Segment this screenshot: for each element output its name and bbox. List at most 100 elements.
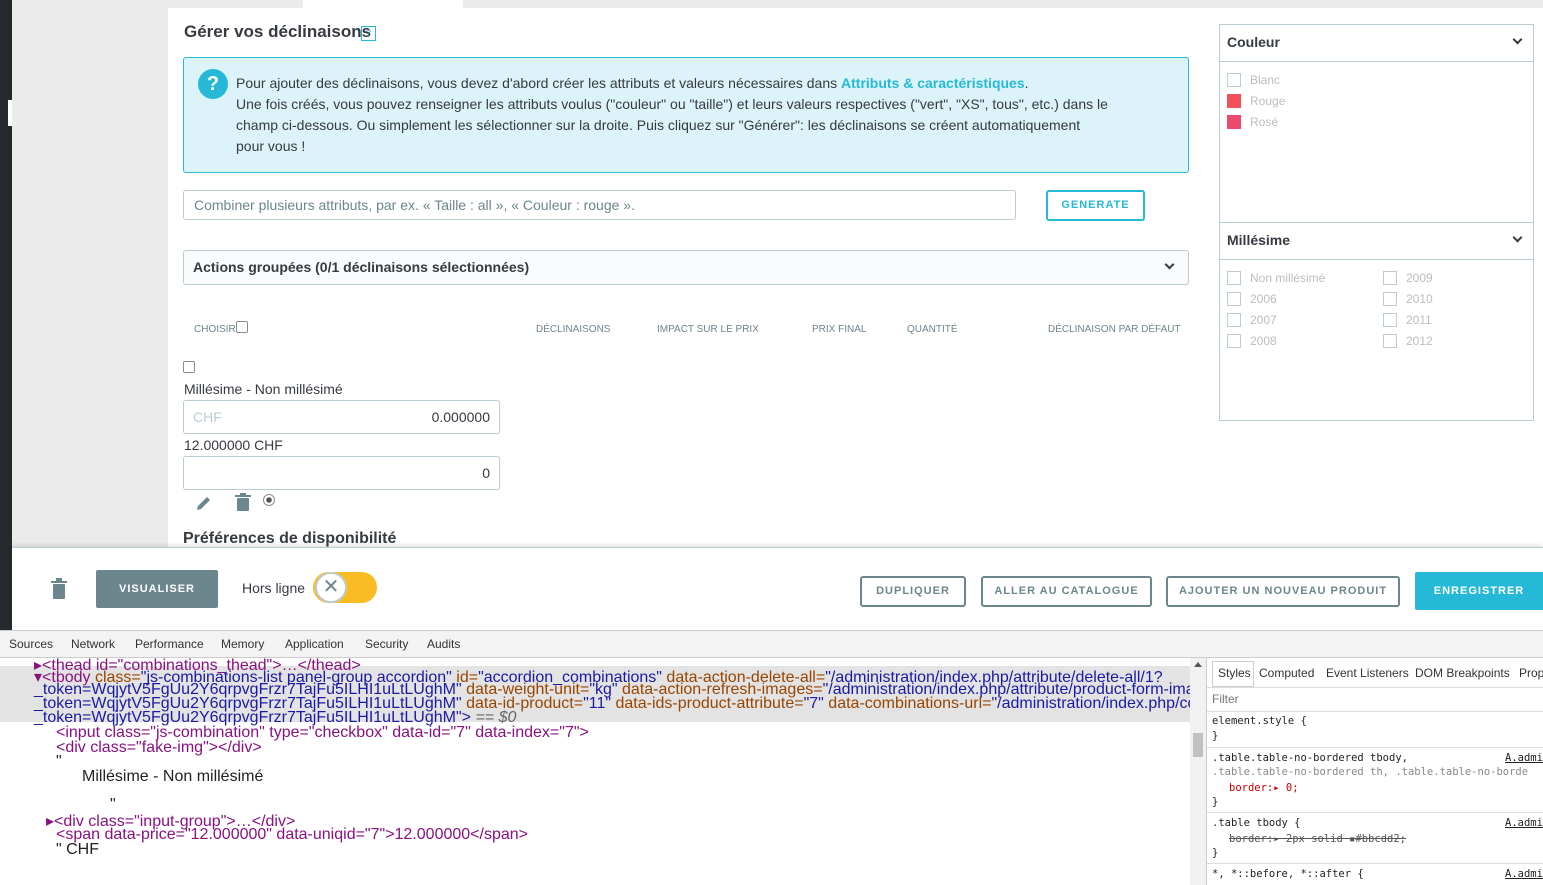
page-gutter bbox=[12, 0, 168, 547]
vintage-label[interactable]: 2011 bbox=[1406, 313, 1432, 327]
default-radio[interactable] bbox=[262, 493, 276, 507]
combine-attributes-input[interactable] bbox=[183, 190, 1016, 220]
style-selector[interactable]: .table.table-no-bordered th, .table.tabl… bbox=[1212, 766, 1528, 778]
styles-filter-input[interactable]: Filter bbox=[1212, 692, 1239, 706]
impact-price-value[interactable]: 0.000000 bbox=[390, 409, 490, 425]
dom-text: Millésime - Non millésimé bbox=[82, 768, 264, 785]
sidebar-active-marker bbox=[8, 100, 12, 126]
combination-name: Millésime - Non millésimé bbox=[184, 381, 343, 397]
color-swatch-rose[interactable] bbox=[1227, 115, 1241, 129]
dom-node-span[interactable]: <span data-price="12.000000" data-uniqid… bbox=[56, 826, 528, 844]
divider bbox=[1207, 711, 1543, 712]
duplicate-button[interactable]: DUPLIQUER bbox=[860, 576, 966, 607]
divider bbox=[1207, 687, 1543, 688]
row-checkbox[interactable] bbox=[183, 361, 195, 373]
select-all-checkbox[interactable] bbox=[236, 321, 248, 333]
style-selector[interactable]: *, *::before, *::after { bbox=[1212, 868, 1364, 880]
divider bbox=[1207, 863, 1543, 864]
devtools-tab-security[interactable]: Security bbox=[365, 637, 408, 651]
vintage-label[interactable]: 2007 bbox=[1250, 313, 1277, 327]
vintage-checkbox[interactable] bbox=[1383, 313, 1397, 327]
devtools-tab-memory[interactable]: Memory bbox=[221, 637, 264, 651]
header-impact: IMPACT SUR LE PRIX bbox=[657, 324, 759, 335]
left-sidebar-strip bbox=[0, 0, 12, 630]
preview-button[interactable]: VISUALISER bbox=[96, 570, 218, 608]
bulk-actions-label: Actions groupées (0/1 déclinaisons sélec… bbox=[193, 259, 530, 275]
vintage-checkbox[interactable] bbox=[1383, 334, 1397, 348]
question-icon: ? bbox=[198, 69, 228, 99]
style-source-link[interactable]: A.admi bbox=[1505, 817, 1543, 829]
go-to-catalog-button[interactable]: ALLER AU CATALOGUE bbox=[981, 576, 1152, 607]
save-button[interactable]: ENREGISTRER bbox=[1415, 572, 1543, 610]
style-source-link[interactable]: A.admi bbox=[1505, 868, 1543, 880]
quantity-value[interactable]: 0 bbox=[390, 465, 490, 481]
add-new-product-button[interactable]: AJOUTER UN NOUVEAU PRODUIT bbox=[1166, 576, 1400, 607]
color-label-rose[interactable]: Rosé bbox=[1250, 115, 1278, 129]
color-label-rouge[interactable]: Rouge bbox=[1250, 94, 1285, 108]
vintage-label[interactable]: 2012 bbox=[1406, 334, 1433, 348]
event-listeners-tab[interactable]: Event Listeners bbox=[1326, 666, 1409, 680]
style-rule-end: } bbox=[1212, 847, 1219, 859]
dom-breakpoints-tab[interactable]: DOM Breakpoints bbox=[1415, 666, 1510, 680]
header-quantity: QUANTITÉ bbox=[907, 324, 958, 335]
vintage-checkbox[interactable] bbox=[1227, 292, 1241, 306]
active-top-tab[interactable] bbox=[303, 0, 463, 8]
header-combinations: DÉCLINAISONS bbox=[536, 324, 611, 335]
vintage-checkbox[interactable] bbox=[1383, 292, 1397, 306]
color-swatch-rouge[interactable] bbox=[1227, 94, 1241, 108]
help-icon[interactable]: ? bbox=[361, 26, 376, 41]
style-rule-end: } bbox=[1212, 796, 1219, 808]
style-source-link[interactable]: A.admi bbox=[1505, 752, 1543, 764]
final-price: 12.000000 CHF bbox=[184, 437, 283, 453]
dom-text: " bbox=[56, 753, 62, 770]
attributes-link[interactable]: Attributs & caractéristiques bbox=[841, 75, 1025, 91]
vintage-label[interactable]: 2008 bbox=[1250, 334, 1277, 348]
info-text: . bbox=[1024, 75, 1029, 91]
close-icon[interactable]: ✕ bbox=[315, 572, 347, 603]
divider bbox=[1207, 747, 1543, 748]
devtools-tab-application[interactable]: Application bbox=[285, 637, 344, 651]
vintage-checkbox[interactable] bbox=[1227, 313, 1241, 327]
delete-product-icon[interactable] bbox=[50, 578, 68, 599]
vintage-checkbox[interactable] bbox=[1227, 271, 1241, 285]
vintage-attribute-title: Millésime bbox=[1227, 232, 1291, 248]
vintage-label[interactable]: 2010 bbox=[1406, 292, 1433, 306]
scroll-up-icon[interactable] bbox=[1194, 662, 1202, 667]
header-default: DÉCLINAISON PAR DÉFAUT bbox=[1048, 324, 1181, 335]
style-selector[interactable]: .table.table-no-bordered tbody, bbox=[1212, 752, 1408, 764]
dom-node-div[interactable]: <div class="fake-img"></div> bbox=[56, 739, 262, 757]
info-line-2: Une fois créés, vous pouvez renseigner l… bbox=[236, 96, 1108, 112]
info-line-1: Pour ajouter des déclinaisons, vous deve… bbox=[236, 75, 1029, 91]
info-line-4: pour vous ! bbox=[236, 138, 306, 154]
vintage-checkbox[interactable] bbox=[1227, 334, 1241, 348]
properties-tab[interactable]: Prop bbox=[1519, 666, 1543, 680]
generate-button[interactable]: GENERATE bbox=[1046, 190, 1145, 221]
style-rule[interactable]: element.style { bbox=[1212, 715, 1307, 727]
vintage-checkbox[interactable] bbox=[1383, 271, 1397, 285]
availability-section-title: Préférences de disponibilité bbox=[183, 530, 397, 547]
trash-icon[interactable] bbox=[234, 493, 252, 512]
currency-prefix: CHF bbox=[193, 409, 222, 425]
devtools-tab-sources[interactable]: Sources bbox=[9, 637, 53, 651]
devtools-tab-performance[interactable]: Performance bbox=[135, 637, 204, 651]
dom-text: " CHF bbox=[56, 841, 100, 858]
vintage-label[interactable]: 2006 bbox=[1250, 292, 1277, 306]
style-declaration[interactable]: border:▸ 0; bbox=[1229, 782, 1299, 794]
style-declaration-overridden[interactable]: border:▸ 2px solid ▪#bbcdd2; bbox=[1229, 833, 1406, 845]
elements-scrollbar[interactable] bbox=[1190, 658, 1206, 885]
scrollbar-thumb[interactable] bbox=[1193, 733, 1203, 757]
computed-tab[interactable]: Computed bbox=[1259, 666, 1314, 680]
color-label-blanc[interactable]: Blanc bbox=[1250, 73, 1280, 87]
vintage-label[interactable]: Non millésimé bbox=[1250, 271, 1325, 285]
header-final-price: PRIX FINAL bbox=[812, 324, 867, 335]
color-swatch-blanc[interactable] bbox=[1227, 73, 1241, 87]
styles-tab[interactable]: Styles bbox=[1218, 666, 1251, 680]
style-rule-end: } bbox=[1212, 730, 1219, 742]
devtools-tab-audits[interactable]: Audits bbox=[427, 637, 460, 651]
pencil-icon[interactable] bbox=[195, 494, 213, 512]
devtools-tab-network[interactable]: Network bbox=[71, 637, 115, 651]
page-title: Gérer vos déclinaisons bbox=[184, 22, 372, 41]
vintage-label[interactable]: 2009 bbox=[1406, 271, 1433, 285]
style-selector[interactable]: .table tbody { bbox=[1212, 817, 1301, 829]
color-attribute-title: Couleur bbox=[1227, 34, 1280, 50]
